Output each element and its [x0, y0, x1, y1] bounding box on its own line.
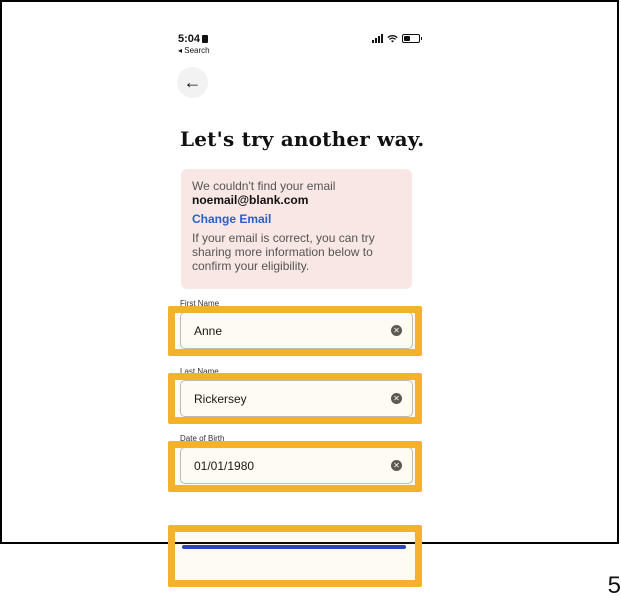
back-button[interactable]: ← [177, 67, 208, 98]
continue-button-highlight [168, 525, 422, 587]
page-number-fragment: 5 [607, 572, 621, 599]
status-time: 5:04 [178, 33, 209, 45]
notice-help-text: If your email is correct, you can try sh… [192, 231, 375, 273]
email-not-found-notice: We couldn't find your email noemail@blan… [181, 169, 412, 289]
last-name-highlight [168, 373, 422, 424]
arrow-left-icon: ← [183, 72, 202, 92]
screen-record-icon [202, 35, 209, 43]
change-email-link[interactable]: Change Email [192, 212, 401, 226]
page-title: Let's try another way. [180, 127, 425, 151]
battery-icon [402, 34, 422, 43]
notice-email: noemail@blank.com [192, 193, 309, 207]
system-icons [372, 34, 422, 43]
back-to-search-link[interactable]: ◂ Search [178, 46, 210, 55]
wifi-icon [387, 35, 398, 43]
date-of-birth-highlight [168, 441, 422, 492]
status-bar: 5:04 ◂ Search [178, 33, 422, 55]
first-name-highlight [168, 306, 422, 356]
signal-icon [372, 34, 383, 43]
notice-message: We couldn't find your email [192, 179, 336, 193]
